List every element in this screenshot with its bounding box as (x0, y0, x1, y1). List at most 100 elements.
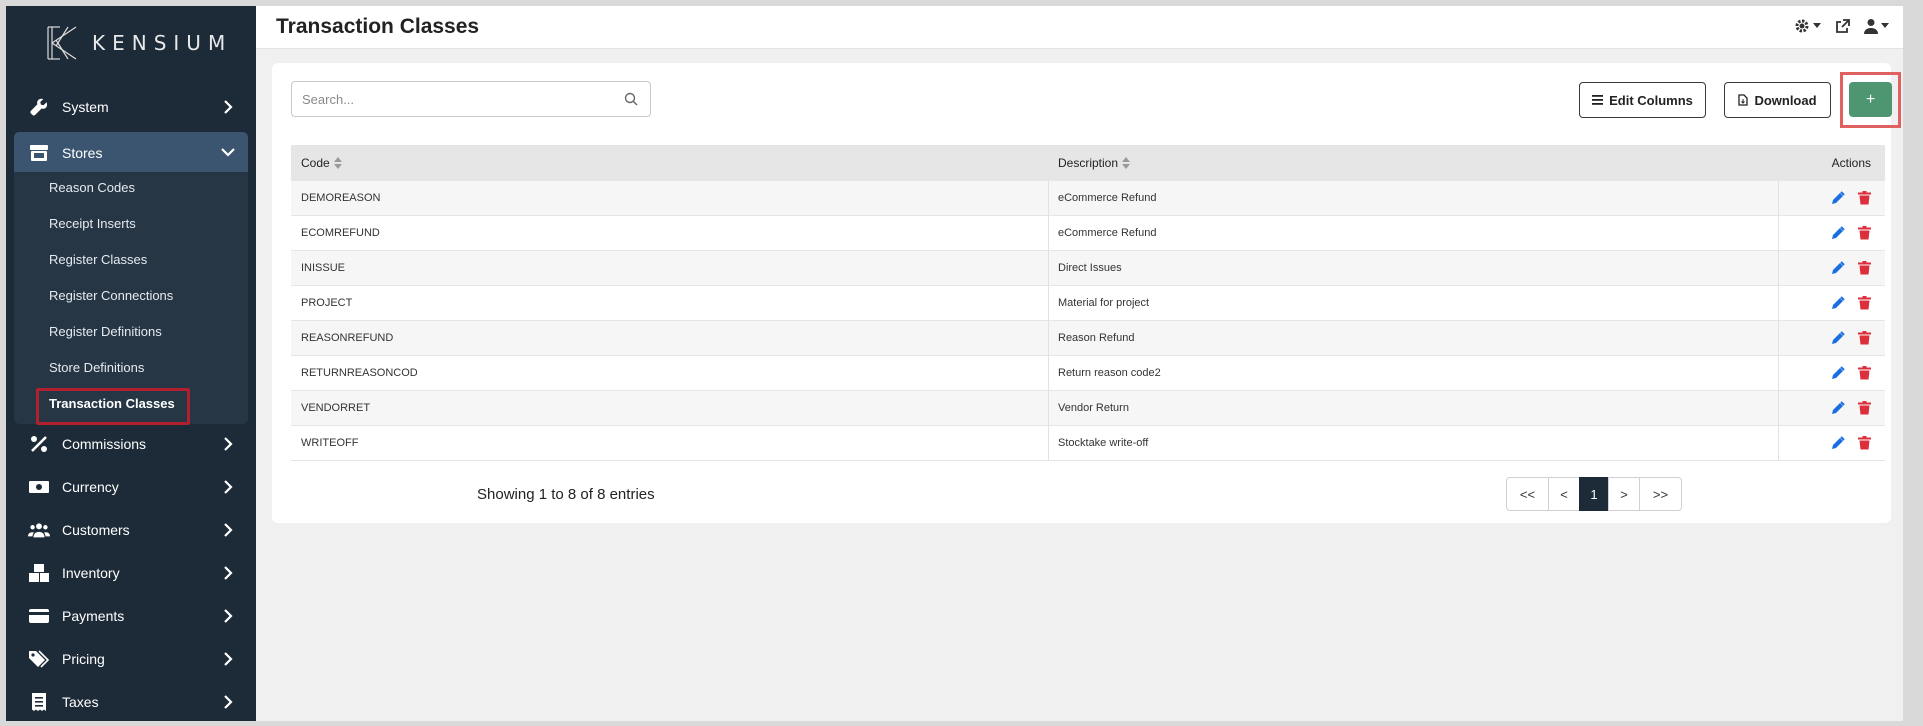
table-row[interactable]: INISSUE Direct Issues (291, 251, 1885, 286)
edit-pencil-icon[interactable] (1831, 261, 1845, 275)
column-header-description[interactable]: Description (1058, 156, 1131, 170)
caret-down-icon (1881, 23, 1889, 28)
submenu-item-receipt-inserts[interactable]: Receipt Inserts (49, 214, 136, 234)
submenu-item-register-classes[interactable]: Register Classes (49, 250, 147, 270)
chevron-down-icon (221, 148, 235, 157)
logo-text: KENSIUM (92, 31, 233, 55)
cell-description: Vendor Return (1058, 402, 1129, 414)
cell-code: DEMOREASON (301, 192, 381, 204)
column-header-actions: Actions (1831, 156, 1871, 170)
edit-columns-button[interactable]: Edit Columns (1579, 82, 1706, 118)
app-frame: KENSIUM System Stores Reason Codes Recei… (6, 6, 1903, 721)
table-row[interactable]: REASONREFUND Reason Refund (291, 321, 1885, 356)
users-icon (28, 519, 50, 541)
submenu-item-reason-codes[interactable]: Reason Codes (49, 178, 135, 198)
sidebar-item-currency[interactable]: Currency (14, 467, 248, 507)
sidebar-item-pricing[interactable]: Pricing (14, 639, 248, 679)
file-icon (1738, 94, 1749, 106)
table-body: DEMOREASON eCommerce Refund ECOMREFUND eCom… (291, 181, 1885, 461)
cell-divider (1778, 426, 1779, 461)
column-header-code[interactable]: Code (301, 156, 342, 170)
submenu-item-register-connections[interactable]: Register Connections (49, 286, 173, 306)
chevron-right-icon (224, 480, 233, 494)
table-header: Code Description Actions (291, 145, 1885, 181)
delete-trash-icon[interactable] (1858, 296, 1871, 310)
cell-divider (1048, 426, 1049, 461)
sidebar-item-label: Inventory (62, 565, 120, 581)
sidebar-item-label: Pricing (62, 651, 105, 667)
sidebar: KENSIUM System Stores Reason Codes Recei… (6, 6, 256, 721)
edit-pencil-icon[interactable] (1831, 436, 1845, 450)
cell-description: Reason Refund (1058, 332, 1135, 344)
boxes-icon (28, 562, 50, 584)
cell-code: PROJECT (301, 297, 353, 309)
sidebar-item-customers[interactable]: Customers (14, 510, 248, 550)
download-button[interactable]: Download (1724, 82, 1831, 118)
edit-columns-label: Edit Columns (1609, 92, 1693, 108)
sidebar-item-label: Currency (62, 479, 119, 495)
chevron-right-icon (224, 566, 233, 580)
column-header-label: Description (1058, 156, 1119, 170)
table-row[interactable]: PROJECT Material for project (291, 286, 1885, 321)
sort-icon (1122, 157, 1131, 169)
sidebar-item-stores[interactable]: Stores (14, 132, 248, 173)
search-input[interactable] (291, 81, 651, 117)
table-row[interactable]: ECOMREFUND eCommerce Refund (291, 216, 1885, 251)
pagination: << < 1 > >> (1506, 477, 1682, 511)
settings-dropdown[interactable] (1794, 18, 1821, 34)
submenu-item-store-definitions[interactable]: Store Definitions (49, 358, 144, 378)
delete-trash-icon[interactable] (1858, 226, 1871, 240)
chevron-right-icon (224, 100, 233, 114)
cell-divider (1048, 356, 1049, 391)
user-icon (1864, 19, 1878, 34)
edit-pencil-icon[interactable] (1831, 331, 1845, 345)
sidebar-item-payments[interactable]: Payments (14, 596, 248, 636)
edit-pencil-icon[interactable] (1831, 191, 1845, 205)
cell-divider (1778, 181, 1779, 216)
cell-divider (1048, 251, 1049, 286)
edit-pencil-icon[interactable] (1831, 296, 1845, 310)
cell-divider (1778, 356, 1779, 391)
table-row[interactable]: RETURNREASONCOD Return reason code2 (291, 356, 1885, 391)
edit-pencil-icon[interactable] (1831, 401, 1845, 415)
cell-code: INISSUE (301, 262, 346, 274)
page-1-button[interactable]: 1 (1579, 477, 1609, 511)
sidebar-item-commissions[interactable]: Commissions (14, 424, 248, 464)
sidebar-item-system[interactable]: System (14, 87, 248, 127)
cell-divider (1778, 391, 1779, 426)
page-next-button[interactable]: > (1608, 477, 1640, 511)
gear-icon (1795, 19, 1809, 33)
delete-trash-icon[interactable] (1858, 366, 1871, 380)
chevron-right-icon (224, 523, 233, 537)
submenu-item-register-definitions[interactable]: Register Definitions (49, 322, 162, 342)
sidebar-item-taxes[interactable]: Taxes (14, 682, 248, 721)
cell-divider (1048, 391, 1049, 426)
sidebar-item-inventory[interactable]: Inventory (14, 553, 248, 593)
cell-divider (1778, 251, 1779, 286)
cell-divider (1048, 216, 1049, 251)
delete-trash-icon[interactable] (1858, 191, 1871, 205)
delete-trash-icon[interactable] (1858, 261, 1871, 275)
table-row[interactable]: VENDORRET Vendor Return (291, 391, 1885, 426)
kensium-logo-mark-icon (47, 26, 77, 60)
page-first-button[interactable]: << (1506, 477, 1549, 511)
delete-trash-icon[interactable] (1858, 436, 1871, 450)
add-button[interactable]: + (1849, 82, 1892, 117)
receipt-icon (28, 691, 50, 713)
edit-pencil-icon[interactable] (1831, 366, 1845, 380)
table-row[interactable]: WRITEOFF Stocktake write-off (291, 426, 1885, 461)
external-link-button[interactable] (1835, 18, 1850, 34)
search-icon (624, 92, 638, 106)
delete-trash-icon[interactable] (1858, 401, 1871, 415)
column-header-label: Code (301, 156, 330, 170)
edit-pencil-icon[interactable] (1831, 226, 1845, 240)
page-last-button[interactable]: >> (1639, 477, 1682, 511)
delete-trash-icon[interactable] (1858, 331, 1871, 345)
kensium-logo[interactable]: KENSIUM (46, 26, 232, 60)
user-dropdown[interactable] (1864, 18, 1889, 34)
sidebar-item-label: Taxes (62, 694, 99, 710)
table-row[interactable]: DEMOREASON eCommerce Refund (291, 181, 1885, 216)
cell-divider (1048, 286, 1049, 321)
page-prev-button[interactable]: < (1548, 477, 1580, 511)
cell-description: eCommerce Refund (1058, 192, 1157, 204)
